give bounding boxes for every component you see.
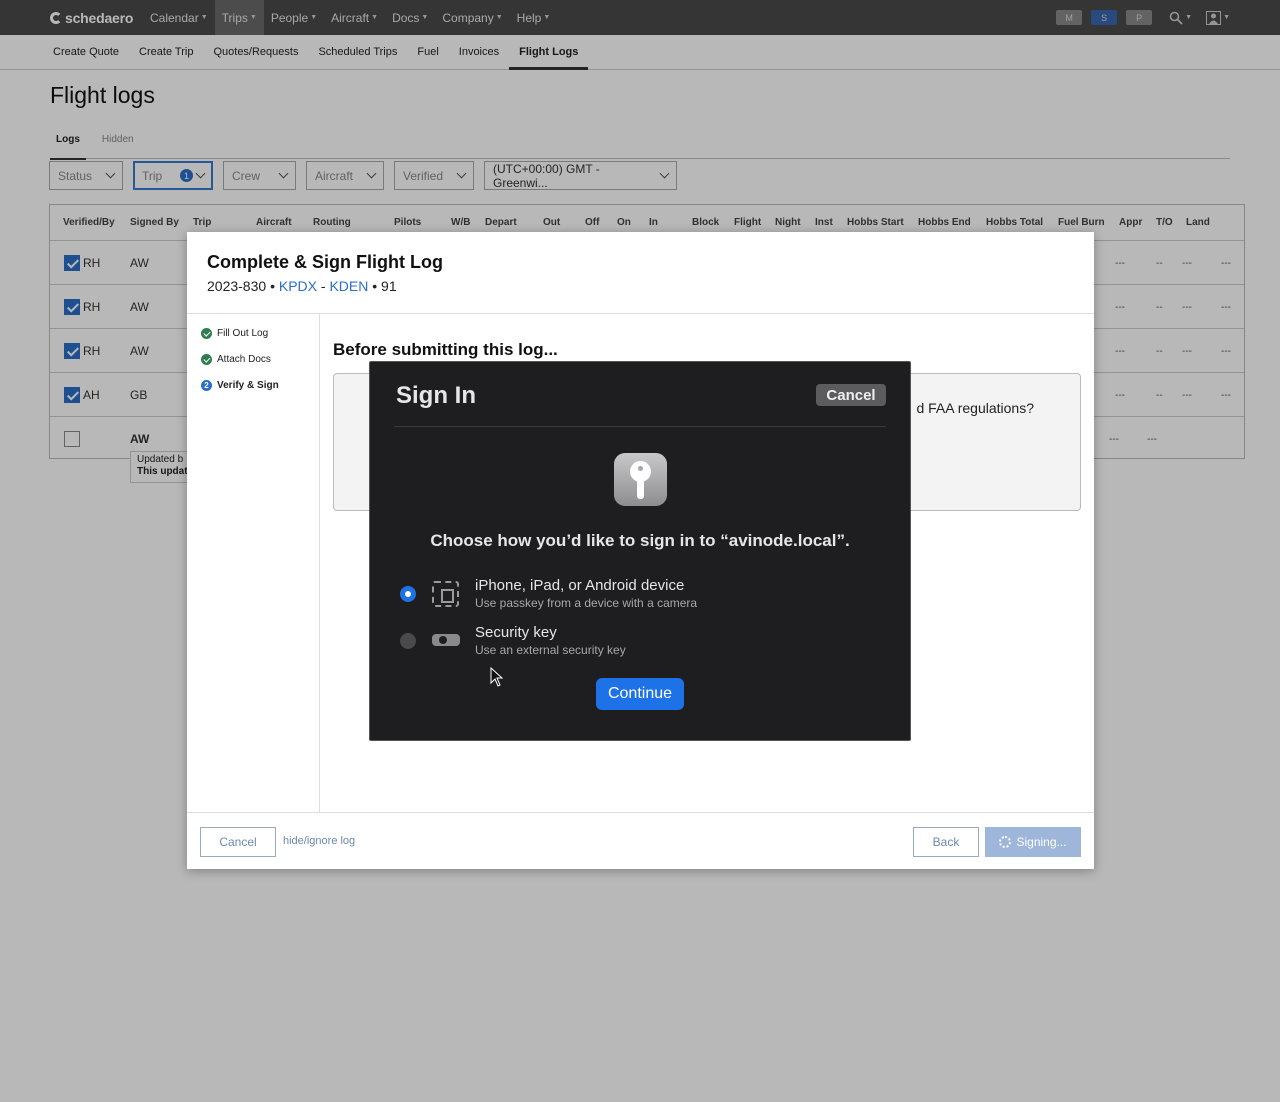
step-number: 2 xyxy=(201,380,212,391)
option-mobile-device[interactable]: iPhone, iPad, or Android device Use pass… xyxy=(400,577,800,617)
step-attach-docs[interactable]: Attach Docs xyxy=(201,354,271,365)
radio-button[interactable] xyxy=(400,633,416,649)
step-verify-sign[interactable]: 2 Verify & Sign xyxy=(201,380,279,391)
signing-button[interactable]: Signing... xyxy=(985,827,1081,857)
check-circle-icon xyxy=(201,328,212,339)
destination-airport-link[interactable]: KDEN xyxy=(329,278,368,294)
passkey-sign-in-dialog: Sign In Cancel Choose how you’d like to … xyxy=(369,361,911,741)
trip-summary: 2023-830 • KPDX - KDEN • 91 xyxy=(207,278,397,294)
far-part: 91 xyxy=(381,278,397,294)
cancel-button[interactable]: Cancel xyxy=(200,827,276,857)
continue-button[interactable]: Continue xyxy=(596,678,684,710)
section-heading: Before submitting this log... xyxy=(333,340,558,359)
dialog-title: Sign In xyxy=(396,382,476,409)
back-button[interactable]: Back xyxy=(913,827,979,857)
question-text: d FAA regulations? xyxy=(916,400,1034,416)
trip-number: 2023-830 xyxy=(207,278,267,294)
spinner-icon xyxy=(999,836,1012,848)
hide-ignore-log-link[interactable]: hide/ignore log xyxy=(283,835,355,847)
modal-title: Complete & Sign Flight Log xyxy=(207,252,443,272)
usb-key-icon xyxy=(432,634,460,646)
origin-airport-link[interactable]: KPDX xyxy=(279,278,317,294)
dialog-heading: Choose how you’d like to sign in to “avi… xyxy=(430,531,850,550)
radio-button[interactable] xyxy=(400,586,416,602)
check-circle-icon xyxy=(201,354,212,365)
step-fill-out-log[interactable]: Fill Out Log xyxy=(201,328,268,339)
qr-code-icon xyxy=(432,581,459,607)
modal-footer: Cancel hide/ignore log Back Signing... xyxy=(187,812,1094,869)
passkey-icon xyxy=(614,453,667,506)
divider xyxy=(394,426,886,427)
dialog-cancel-button[interactable]: Cancel xyxy=(816,384,886,406)
option-security-key[interactable]: Security key Use an external security ke… xyxy=(400,624,800,664)
step-list: Fill Out Log Attach Docs 2 Verify & Sign xyxy=(187,314,320,812)
mouse-pointer-icon xyxy=(490,667,504,687)
